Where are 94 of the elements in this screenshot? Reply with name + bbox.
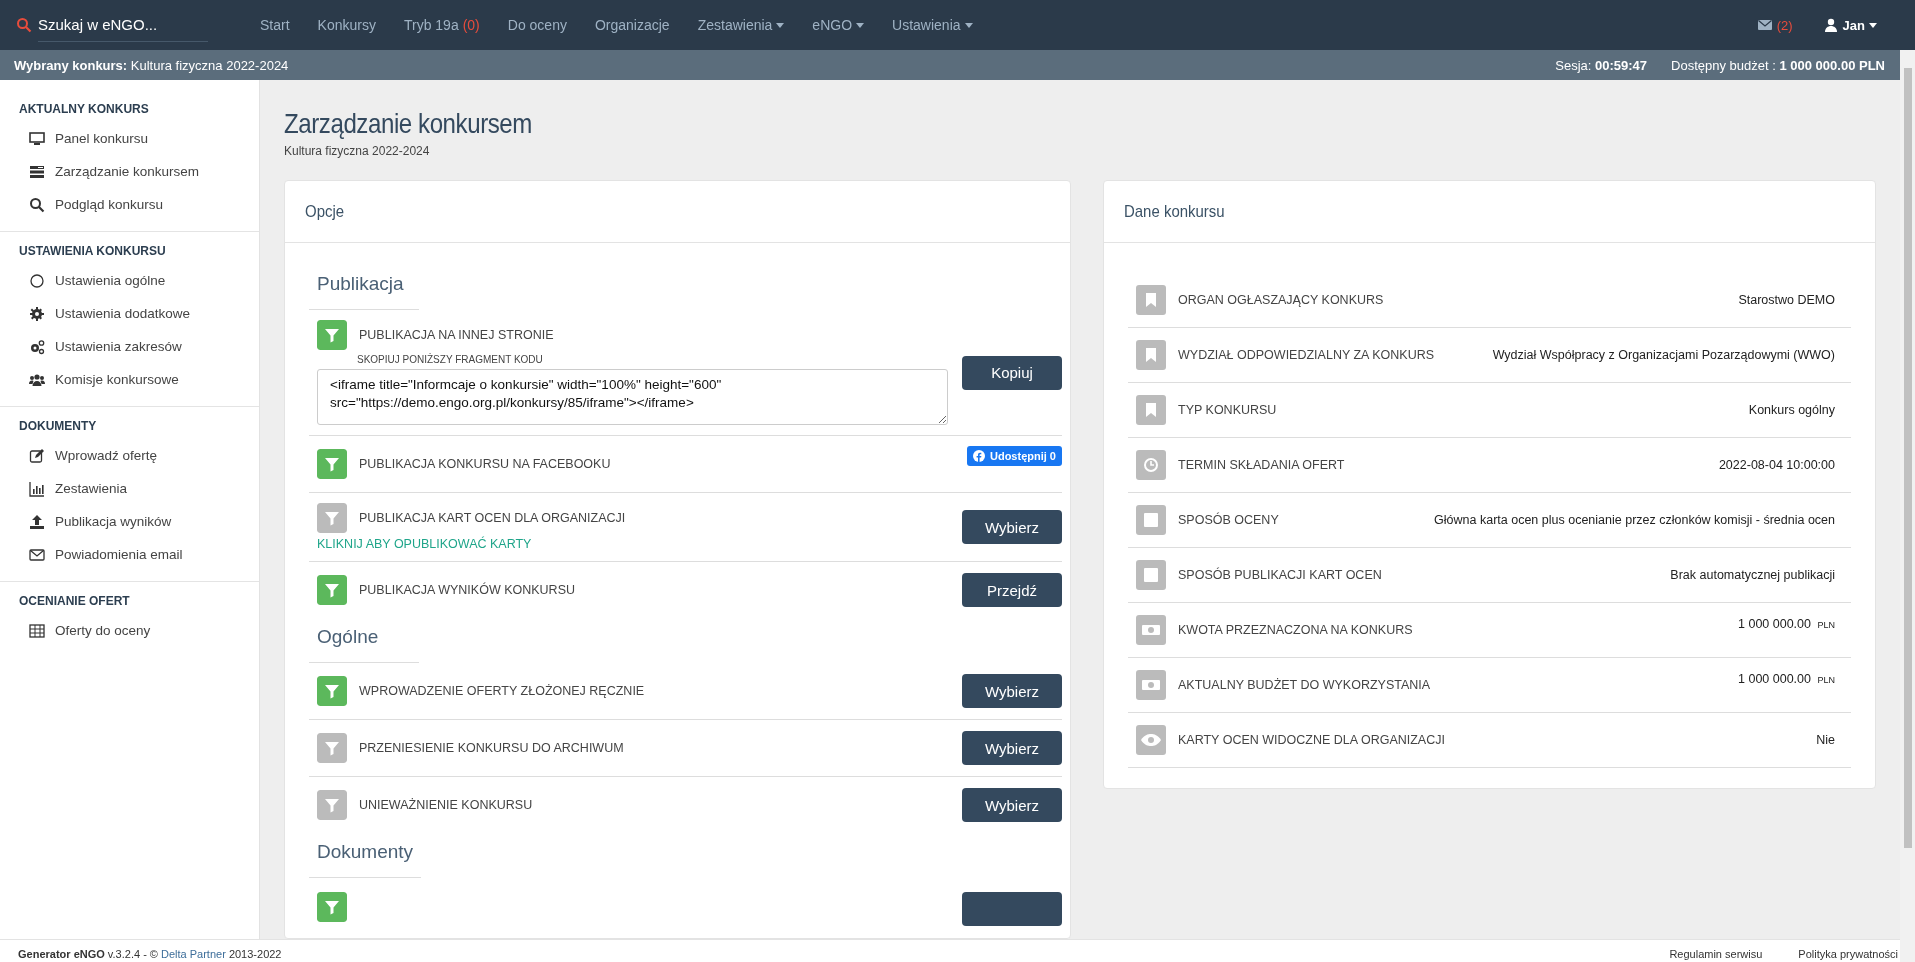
- option-label: PUBLIKACJA KART OCEN DLA ORGANIZACJI: [359, 511, 626, 525]
- bookmark-icon: [1136, 340, 1166, 370]
- action-button[interactable]: [962, 892, 1062, 926]
- nav-link[interactable]: Tryb 19a (0): [389, 17, 494, 33]
- sidebar-item[interactable]: Podgląd konkursu: [0, 188, 259, 221]
- option-label: WPROWADZENIE OFERTY ZŁOŻONEJ RĘCZNIE: [359, 684, 645, 698]
- sidebar-item[interactable]: Zarządzanie konkursem: [0, 155, 259, 188]
- sidebar-item[interactable]: Ustawienia dodatkowe: [0, 297, 259, 330]
- footer-link[interactable]: Polityka prywatności: [1798, 947, 1898, 960]
- action-button[interactable]: Wybierz: [962, 510, 1062, 544]
- sidebar-item[interactable]: Komisje konkursowe: [0, 363, 259, 396]
- option-label: PUBLIKACJA KONKURSU NA FACEBOOKU: [359, 457, 611, 471]
- detail-label: TERMIN SKŁADANIA OFERT: [1178, 458, 1345, 472]
- detail-label: SPOSÓB OCENY: [1178, 513, 1279, 527]
- card-title: Dane konkursu: [1124, 201, 1225, 222]
- nav-link[interactable]: Konkursy: [303, 17, 390, 33]
- banknote-icon: [1136, 615, 1166, 645]
- banknote-icon: [1136, 670, 1166, 700]
- user-menu[interactable]: Jan: [1816, 16, 1883, 34]
- detail-value: Brak automatycznej publikacji: [1669, 567, 1835, 584]
- card-title: Opcje: [305, 201, 345, 222]
- company-link[interactable]: Delta Partner: [161, 947, 226, 960]
- square-icon: [1136, 505, 1166, 535]
- copyright-text: Generator eNGO v.3.2.4 - © Delta Partner 2013-2022: [18, 947, 282, 960]
- bookmark-icon: [1136, 285, 1166, 315]
- facebook-icon: [973, 450, 985, 462]
- available-budget: Dostępny budżet : 1 000 000.00 PLN: [1671, 57, 1885, 73]
- nav-link[interactable]: eNGO: [798, 17, 879, 33]
- detail-label: KWOTA PRZEZNACZONA NA KONKURS: [1178, 623, 1413, 637]
- section-title: Publikacja: [309, 265, 419, 310]
- option-label: UNIEWAŻNIENIE KONKURSU: [359, 798, 533, 812]
- detail-label: SPOSÓB PUBLIKACJI KART OCEN: [1178, 568, 1382, 582]
- detail-label: ORGAN OGŁASZAJĄCY KONKURS: [1178, 293, 1384, 307]
- sidebar-item[interactable]: Wprowadź ofertę: [0, 439, 259, 472]
- table-icon: [29, 622, 45, 639]
- action-button[interactable]: Kopiuj: [962, 355, 1062, 390]
- action-button[interactable]: Wybierz: [962, 674, 1062, 708]
- selected-contest: Wybrany konkurs: Kultura fizyczna 2022-2024: [14, 57, 289, 73]
- detail-label: TYP KONKURSU: [1178, 403, 1277, 417]
- detail-value: Starostwo DEMO: [1737, 292, 1835, 309]
- sidebar-item[interactable]: Publikacja wyników: [0, 505, 259, 538]
- sidebar-item[interactable]: Powiadomienia email: [0, 538, 259, 571]
- sidebar-item[interactable]: Ustawienia zakresów: [0, 330, 259, 363]
- session-timer: Sesja: 00:59:47: [1555, 57, 1648, 73]
- share-button[interactable]: Udostępnij 0: [967, 446, 1062, 466]
- circle-icon: [29, 272, 45, 289]
- option-label: PRZENIESIENIE KONKURSU DO ARCHIWUM: [359, 741, 624, 755]
- detail-value: Główna karta ocen plus ocenianie przez członków komisji - średnia ocen: [1433, 512, 1835, 529]
- action-button[interactable]: Wybierz: [962, 788, 1062, 822]
- action-button[interactable]: Przejdź: [962, 573, 1062, 607]
- page-subtitle: Kultura fizyczna 2022-2024: [284, 144, 430, 158]
- detail-label: WYDZIAŁ ODPOWIEDZIALNY ZA KONKURS: [1178, 348, 1435, 362]
- users-icon: [29, 371, 45, 388]
- monitor-icon: [29, 130, 45, 147]
- page-title: Zarządzanie konkursem: [284, 108, 533, 140]
- sidebar-heading: USTAWIENIA KONKURSU: [18, 243, 167, 260]
- search-field[interactable]: Szukaj w eNGO...: [38, 8, 208, 42]
- detail-value: 2022-08-04 10:00:00: [1717, 457, 1835, 474]
- edit-icon: [29, 447, 45, 464]
- action-button[interactable]: Wybierz: [962, 731, 1062, 765]
- field-hint: SKOPIUJ PONIŻSZY FRAGMENT KODU: [357, 354, 544, 365]
- sidebar-heading: OCENIANIE OFERT: [18, 593, 131, 610]
- embed-code-field[interactable]: <iframe title="Informcaje o konkursie" width="100%" height="600" src="https://demo.engo.org.pl/konkursy/85/iframe"></iframe>: [317, 369, 948, 425]
- eye-icon: [1136, 725, 1166, 755]
- bar-chart-icon: [29, 480, 45, 497]
- square-icon: [1136, 560, 1166, 590]
- nav-link[interactable]: Ustawienia: [878, 17, 987, 33]
- option-label: PUBLIKACJA WYNIKÓW KONKURSU: [359, 583, 575, 597]
- list-icon: [29, 163, 45, 180]
- detail-label: AKTUALNY BUDŻET DO WYKORZYSTANIA: [1178, 678, 1431, 692]
- footer-link[interactable]: Regulamin serwisu: [1669, 947, 1763, 960]
- envelope-icon: [1756, 17, 1773, 33]
- envelope-icon: [29, 546, 45, 563]
- sidebar-item[interactable]: Oferty do oceny: [0, 614, 259, 647]
- search-icon: [29, 196, 45, 213]
- sidebar-heading: AKTUALNY KONKURS: [18, 101, 150, 118]
- nav-link[interactable]: Zestawienia: [683, 17, 799, 33]
- upload-icon: [29, 513, 45, 530]
- sidebar-heading: DOKUMENTY: [18, 418, 98, 435]
- user-icon: [1822, 17, 1839, 33]
- nav-link[interactable]: Start: [246, 17, 304, 33]
- clock-icon: [1136, 450, 1166, 480]
- nav-link[interactable]: Do oceny: [493, 17, 581, 33]
- section-title: Ogólne: [309, 618, 419, 663]
- sidebar-item[interactable]: Panel konkursu: [0, 122, 259, 155]
- sidebar-item[interactable]: Ustawienia ogólne: [0, 264, 259, 297]
- option-label: PUBLIKACJA NA INNEJ STRONIE: [359, 328, 554, 342]
- bookmark-icon: [1136, 395, 1166, 425]
- detail-value: Konkurs ogólny: [1747, 402, 1835, 419]
- sidebar-item[interactable]: Zestawienia: [0, 472, 259, 505]
- detail-label: KARTY OCEN WIDOCZNE DLA ORGANIZACJI: [1178, 733, 1445, 747]
- nav-link[interactable]: Organizacje: [580, 17, 684, 33]
- section-title: Dokumenty: [309, 833, 422, 878]
- search-icon: [16, 17, 32, 33]
